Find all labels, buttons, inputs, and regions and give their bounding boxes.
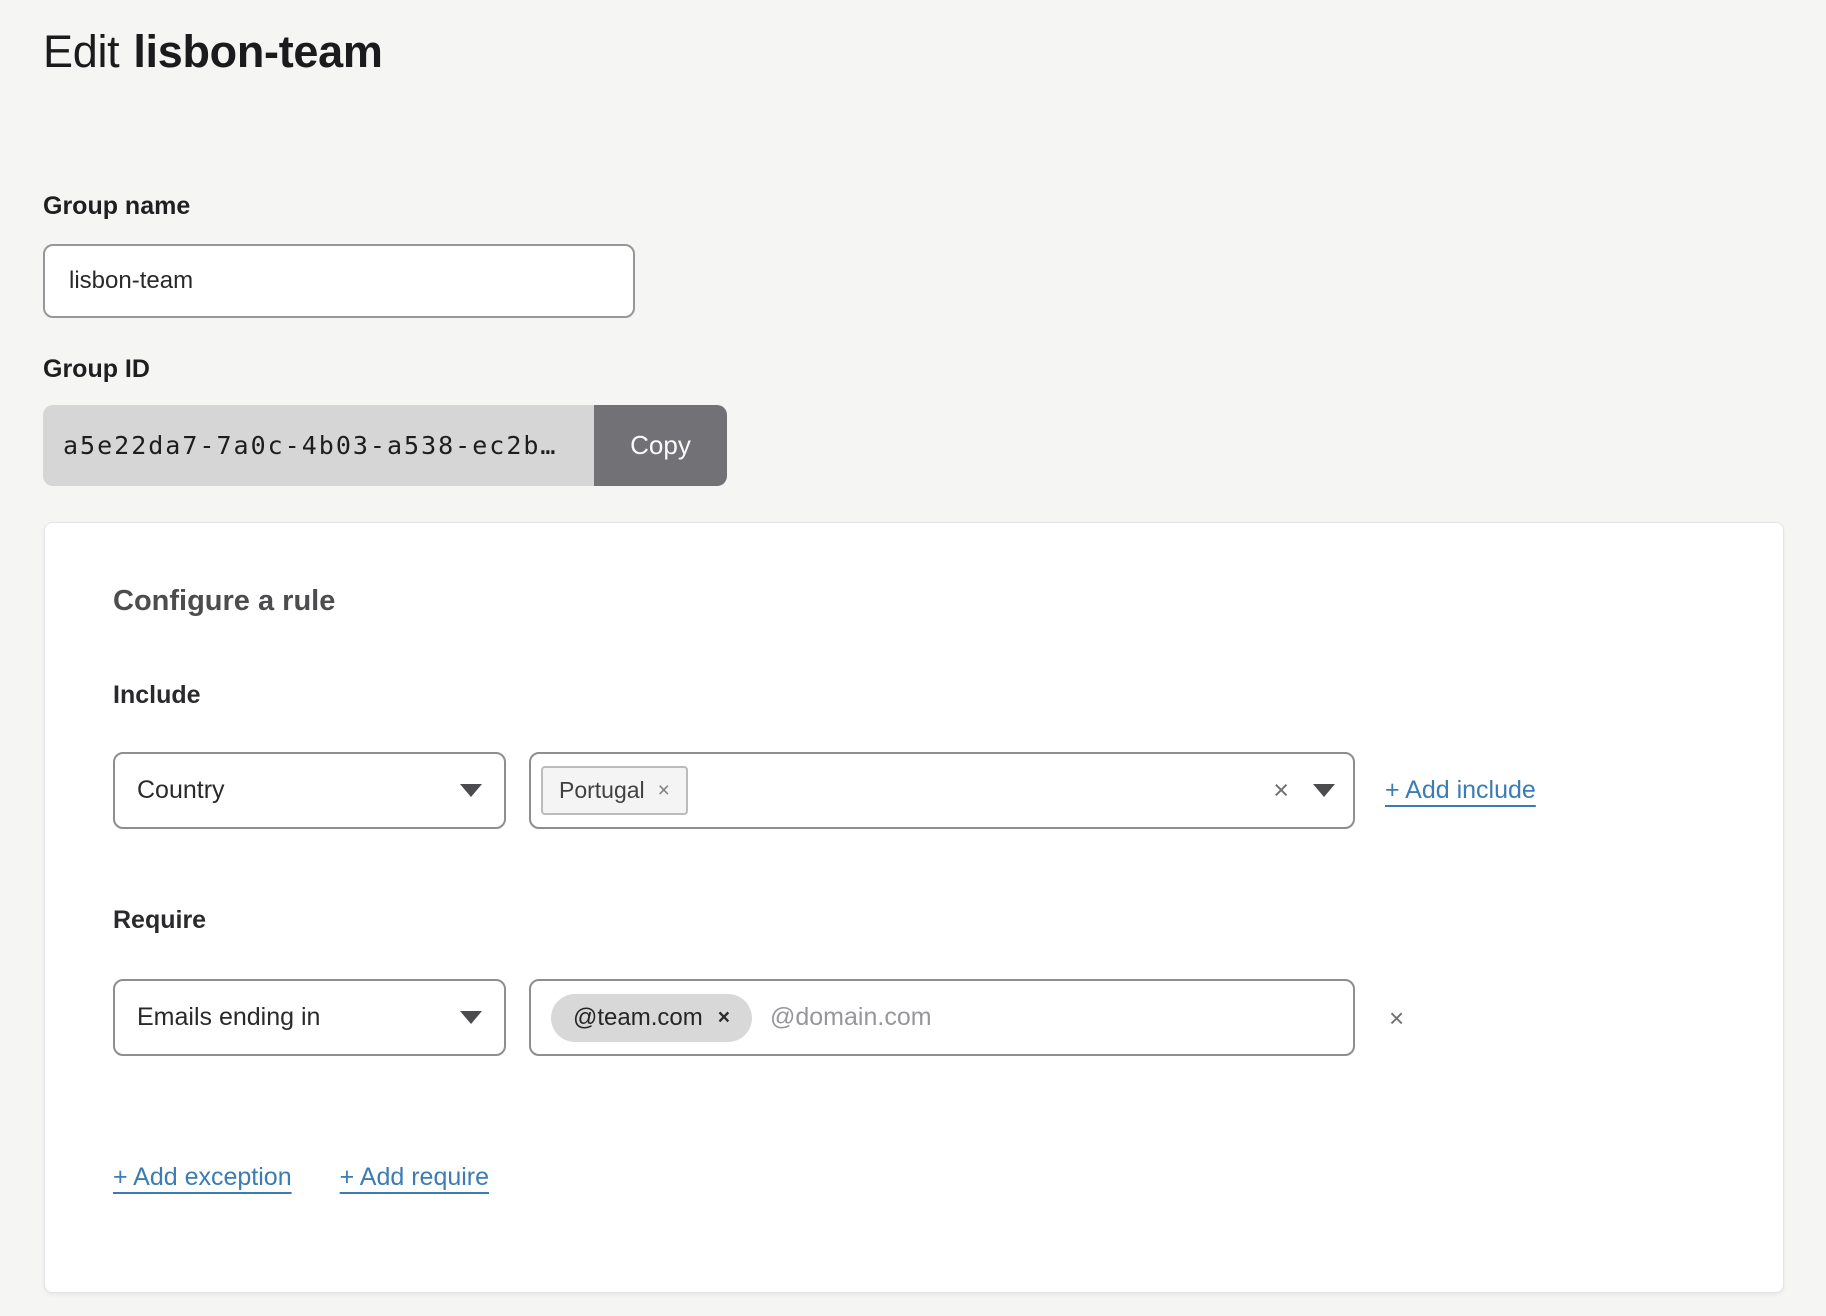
rule-card-heading: Configure a rule [113, 585, 335, 618]
page-title-prefix: Edit [43, 26, 119, 77]
require-values-field[interactable]: @team.com × [529, 979, 1355, 1056]
add-exception-link[interactable]: + Add exception [113, 1163, 292, 1192]
chevron-down-icon[interactable] [1313, 784, 1335, 797]
group-id-label: Group ID [43, 355, 150, 384]
remove-tag-icon[interactable]: × [718, 1007, 730, 1028]
include-label: Include [113, 681, 201, 710]
add-require-link[interactable]: + Add require [340, 1163, 489, 1192]
remove-rule-icon[interactable]: × [1389, 1005, 1404, 1031]
require-type-selector-value: Emails ending in [137, 1003, 320, 1032]
add-include-link[interactable]: + Add include [1385, 776, 1536, 805]
require-type-selector[interactable]: Emails ending in [113, 979, 506, 1056]
group-id-value: a5e22da7-7a0c-4b03-a538-ec2b… [43, 405, 594, 486]
chevron-down-icon [460, 784, 482, 797]
group-name-label: Group name [43, 192, 190, 221]
page-title: Edit lisbon-team [43, 26, 383, 78]
group-id-widget: a5e22da7-7a0c-4b03-a538-ec2b… Copy [43, 405, 727, 486]
require-tag-label: @team.com [573, 1004, 703, 1032]
include-type-selector[interactable]: Country [113, 752, 506, 829]
include-tag: Portugal × [541, 766, 688, 815]
page-title-name: lisbon-team [133, 26, 382, 77]
include-rule-row: Country Portugal × × + Add include [113, 752, 1536, 829]
clear-selection-icon[interactable]: × [1273, 777, 1289, 804]
chevron-down-icon [460, 1011, 482, 1024]
copy-button[interactable]: Copy [594, 405, 727, 486]
require-tag: @team.com × [551, 994, 752, 1042]
rule-footer-links: + Add exception + Add require [113, 1163, 489, 1192]
require-value-input[interactable] [770, 1003, 1335, 1032]
require-label: Require [113, 906, 206, 935]
include-tag-label: Portugal [559, 777, 645, 804]
rule-card: Configure a rule Include Country Portuga… [44, 522, 1784, 1293]
group-name-input[interactable] [43, 244, 635, 318]
remove-tag-icon[interactable]: × [658, 780, 670, 801]
include-values-field[interactable]: Portugal × × [529, 752, 1355, 829]
include-type-selector-value: Country [137, 776, 225, 805]
page: Edit lisbon-team Group name Group ID a5e2… [0, 0, 1826, 1316]
require-rule-row: Emails ending in @team.com × × [113, 979, 1404, 1056]
